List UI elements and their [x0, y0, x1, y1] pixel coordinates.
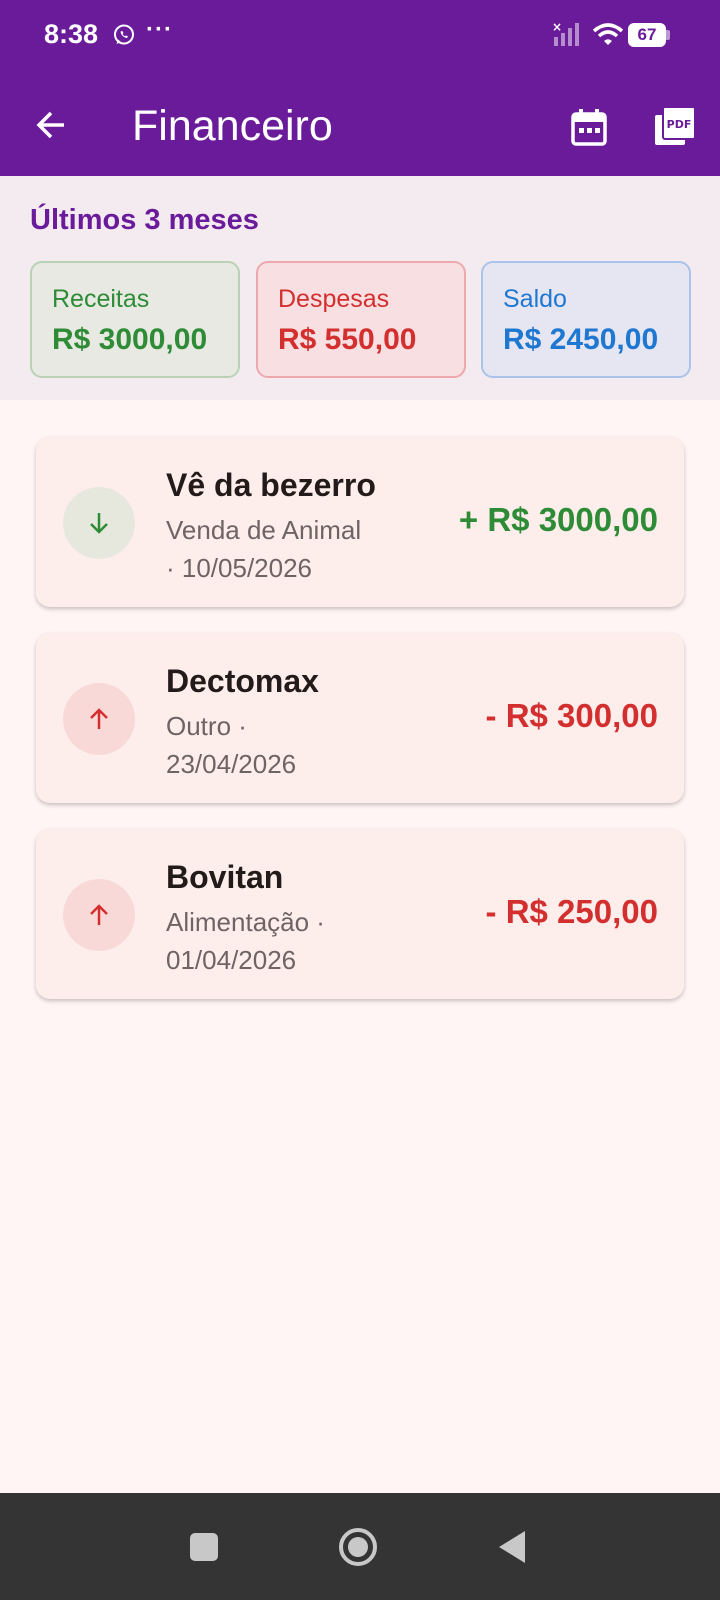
- income-value: R$ 3000,00: [52, 323, 208, 356]
- transaction-meta: Alimentação · 01/04/2026: [166, 907, 325, 975]
- transaction-item[interactable]: Dectomax Outro · 23/04/2026 - R$ 300,00: [36, 633, 684, 803]
- transaction-amount: - R$ 300,00: [485, 697, 658, 734]
- recents-button[interactable]: [182, 1525, 226, 1569]
- transaction-title: Vê da bezerro: [166, 467, 376, 503]
- transaction-title: Bovitan: [166, 859, 284, 895]
- expense-summary-card: Despesas R$ 550,00: [256, 261, 466, 378]
- top-app-bar: 8:38 ··· × 67 Financeiro PDF: [0, 0, 720, 176]
- transaction-meta: Venda de Animal · 10/05/2026: [166, 515, 362, 583]
- calendar-icon: [571, 109, 607, 146]
- page-title: Financeiro: [132, 102, 333, 150]
- back-nav-button[interactable]: [490, 1525, 534, 1569]
- whatsapp-icon: [112, 23, 136, 47]
- balance-summary-card: Saldo R$ 2450,00: [481, 261, 691, 378]
- transaction-category: Venda de Animal: [166, 515, 362, 545]
- notification-overflow-icon: ···: [146, 16, 173, 43]
- export-pdf-button[interactable]: PDF: [650, 102, 700, 152]
- expense-value: R$ 550,00: [278, 323, 417, 356]
- arrow-down-icon: [90, 513, 108, 534]
- battery-icon: 67: [628, 23, 670, 47]
- transaction-amount: - R$ 250,00: [485, 893, 658, 930]
- battery-level: 67: [628, 23, 666, 47]
- transaction-category: Outro: [166, 711, 232, 741]
- recents-icon: [190, 1533, 218, 1561]
- transaction-title: Dectomax: [166, 663, 319, 699]
- transaction-date: 10/05/2026: [181, 553, 313, 583]
- transaction-meta: Outro · 23/04/2026: [166, 711, 297, 779]
- transaction-item[interactable]: Vê da bezerro Venda de Animal · 10/05/20…: [36, 437, 684, 607]
- transaction-amount: + R$ 3000,00: [458, 501, 658, 538]
- expense-indicator: [63, 683, 135, 755]
- income-indicator: [63, 487, 135, 559]
- back-arrow-icon: [36, 111, 64, 139]
- transaction-category: Alimentação: [166, 907, 310, 937]
- transaction-date: 23/04/2026: [166, 749, 297, 779]
- app-toolbar: Financeiro PDF: [0, 84, 720, 172]
- expense-indicator: [63, 879, 135, 951]
- income-label: Receitas: [52, 285, 150, 313]
- svg-text:×: ×: [552, 20, 562, 34]
- calendar-button[interactable]: [564, 102, 614, 152]
- back-button[interactable]: [26, 100, 76, 150]
- svg-text:PDF: PDF: [667, 118, 692, 131]
- home-icon: [339, 1528, 377, 1566]
- balance-label: Saldo: [503, 285, 567, 313]
- transaction-item[interactable]: Bovitan Alimentação · 01/04/2026 - R$ 25…: [36, 829, 684, 999]
- home-button[interactable]: [336, 1525, 380, 1569]
- balance-value: R$ 2450,00: [503, 323, 659, 356]
- status-time: 8:38: [44, 19, 99, 49]
- transaction-date: 01/04/2026: [166, 945, 297, 975]
- back-triangle-icon: [499, 1531, 525, 1563]
- period-title: Últimos 3 meses: [30, 204, 259, 236]
- wifi-icon: [592, 22, 624, 48]
- system-navigation-bar: [0, 1493, 720, 1600]
- pdf-icon: PDF: [655, 107, 695, 145]
- signal-icon: ×: [552, 20, 586, 48]
- arrow-up-icon: [90, 904, 108, 925]
- arrow-up-icon: [90, 708, 108, 729]
- status-bar: 8:38 ··· × 67: [0, 0, 720, 72]
- expense-label: Despesas: [278, 285, 390, 313]
- summary-section: Últimos 3 meses Receitas R$ 3000,00 Desp…: [0, 176, 720, 400]
- income-summary-card: Receitas R$ 3000,00: [30, 261, 240, 378]
